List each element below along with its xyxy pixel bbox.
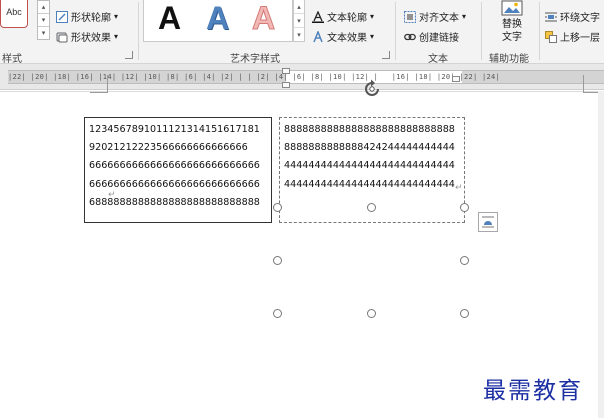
chevron-down-icon: ▾ <box>370 32 375 41</box>
text-outline-button[interactable]: 文本轮廓 ▾ <box>312 9 374 24</box>
group-separator <box>138 2 139 60</box>
alt-text-label-2: 文字 <box>502 32 522 43</box>
chevron-down-icon: ▾ <box>114 32 119 41</box>
margin-corner-top-left <box>90 75 108 93</box>
gallery-up-arrow-icon[interactable]: ▴ <box>294 0 304 14</box>
group-separator <box>539 2 540 60</box>
text-box-1-line: 6666666666666666666666666666 <box>89 178 260 190</box>
shape-effects-label: 形状效果 <box>71 33 111 44</box>
text-box-2-line: 8888888888888888888888888888 <box>284 124 455 135</box>
alt-text-label-1: 替换 <box>502 19 522 30</box>
bring-forward-button[interactable]: 上移一层 <box>545 29 600 44</box>
group-separator <box>395 2 396 60</box>
gallery-down-arrow-icon[interactable]: ▾ <box>38 14 49 27</box>
resize-handle-top[interactable] <box>367 203 376 212</box>
text-box-1-line: 6888888888888888888888888888 <box>89 196 260 208</box>
ruler-middle-numbers: | |2| |4| |6| |8| |10| |12| | <box>247 73 379 81</box>
link-icon <box>404 33 416 40</box>
group-label-accessibility: 辅助功能 <box>489 54 529 65</box>
shape-style-sample-label: Abc <box>6 7 22 17</box>
create-link-button[interactable]: 创建链接 <box>404 29 459 44</box>
text-box-1[interactable]: 1234567891011121314151617181 92021212223… <box>84 117 272 223</box>
group-label-styles: 样式 <box>2 54 22 65</box>
resize-handle-top-left[interactable] <box>273 203 282 212</box>
text-outline-icon <box>312 10 324 23</box>
shape-style-sample[interactable]: Abc <box>0 0 28 28</box>
layout-options-button[interactable] <box>478 212 498 232</box>
shape-outline-button[interactable]: 形状轮廓 ▾ <box>56 9 118 24</box>
alt-text-button[interactable]: 替换 文字 <box>495 0 529 44</box>
resize-handle-bottom[interactable] <box>367 309 376 318</box>
vertical-scrollbar[interactable] <box>598 91 604 418</box>
wordart-gallery-scroll[interactable]: ▴ ▾ ▾ <box>293 0 305 42</box>
text-box-1-line: 6666666666666666666666666666 <box>89 160 260 172</box>
pen-outline-icon <box>56 10 68 23</box>
gallery-more-icon[interactable]: ▾ <box>294 28 304 42</box>
gallery-up-arrow-icon[interactable]: ▴ <box>38 1 49 14</box>
chevron-down-icon: ▾ <box>370 12 375 21</box>
text-effects-label: 文本效果 <box>327 33 367 44</box>
text-box-1-line: 1234567891011121314151617181 <box>89 124 260 135</box>
group-separator <box>481 2 482 60</box>
text-outline-label: 文本轮廓 <box>327 13 367 24</box>
dialog-launcher-icon[interactable] <box>125 51 133 59</box>
shape-effects-button[interactable]: 形状效果 ▾ <box>56 29 118 44</box>
right-indent-marker[interactable] <box>452 76 460 82</box>
watermark-logo-text: 最需教育 <box>483 378 583 404</box>
wordart-style-black[interactable]: A <box>158 1 181 35</box>
text-box-2-line: 4444444444444444444444444444 <box>284 178 455 190</box>
wordart-gallery: A A A <box>143 0 293 42</box>
chevron-down-icon: ▾ <box>462 12 467 21</box>
wordart-style-pink[interactable]: A <box>251 1 275 36</box>
wordart-style-blue[interactable]: A <box>206 1 229 35</box>
resize-handle-top-right[interactable] <box>460 203 469 212</box>
wrap-text-button[interactable]: 环绕文字 <box>545 9 600 24</box>
ruler-left-numbers: |22| |20| |18| |16| |14| |12| |10| |8| |… <box>8 73 243 81</box>
shape-style-gallery-scroll[interactable]: ▴ ▾ ▾ <box>37 0 50 40</box>
text-effects-button[interactable]: 文本效果 ▾ <box>312 29 374 44</box>
layout-options-icon <box>482 216 494 228</box>
chevron-down-icon: ▾ <box>114 12 119 21</box>
group-label-wordart-styles: 艺术字样式 <box>230 54 280 65</box>
alt-text-icon <box>501 0 523 16</box>
wrap-text-icon <box>545 12 557 21</box>
text-box-2-line: 8888888888888424244444444444 <box>284 142 455 154</box>
group-label-text: 文本 <box>428 54 448 65</box>
resize-handle-bottom-right[interactable] <box>460 309 469 318</box>
bring-forward-label: 上移一层 <box>560 33 600 44</box>
rotate-handle-icon[interactable] <box>361 78 383 100</box>
text-box-1-line: 92021212223566666666666666 <box>89 142 248 154</box>
align-text-icon <box>404 10 416 23</box>
resize-handle-right[interactable] <box>460 256 469 265</box>
gallery-down-arrow-icon[interactable]: ▾ <box>294 14 304 28</box>
create-link-label: 创建链接 <box>419 33 459 44</box>
resize-handle-left[interactable] <box>273 256 282 265</box>
text-effects-icon <box>313 30 323 42</box>
shape-effects-icon <box>56 32 68 42</box>
wrap-text-label: 环绕文字 <box>560 13 600 24</box>
align-text-button[interactable]: 对齐文本 ▾ <box>404 9 466 24</box>
resize-handle-bottom-left[interactable] <box>273 309 282 318</box>
ribbon: Abc ▴ ▾ ▾ 形状轮廓 ▾ 形状效果 ▾ 样式 A A A ▴ ▾ ▾ 文… <box>0 0 604 65</box>
align-text-label: 对齐文本 <box>419 13 459 24</box>
gallery-more-icon[interactable]: ▾ <box>38 27 49 40</box>
bring-forward-icon <box>545 30 557 43</box>
first-line-indent-marker[interactable] <box>282 68 290 74</box>
shape-outline-label: 形状轮廓 <box>71 13 111 24</box>
text-box-2-line: 4444444444444444444444444444 <box>284 160 455 172</box>
left-indent-marker[interactable] <box>282 82 290 88</box>
dialog-launcher-icon[interactable] <box>382 51 390 59</box>
paragraph-mark: ↵ <box>455 183 463 193</box>
ruler-right-numbers: |16| |18| |20| |22| |24| <box>391 73 501 81</box>
